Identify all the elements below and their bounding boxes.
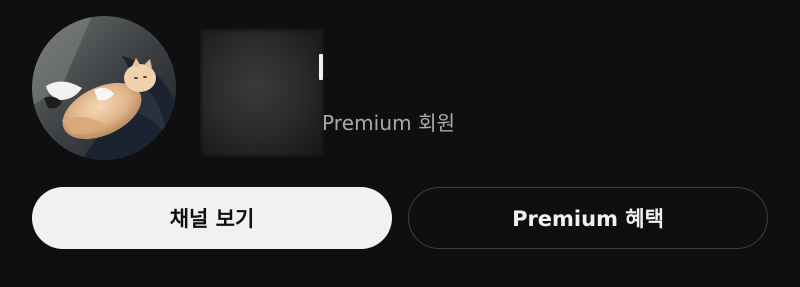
avatar[interactable] — [32, 16, 176, 160]
premium-benefits-button[interactable]: Premium 혜택 — [408, 187, 768, 249]
view-channel-button[interactable]: 채널 보기 — [32, 187, 392, 249]
view-channel-label: 채널 보기 — [169, 207, 255, 231]
membership-status: Premium 회원 — [322, 111, 456, 135]
redacted-channel-name — [201, 30, 323, 156]
channel-name-fragment — [319, 54, 323, 80]
premium-benefits-label: Premium 혜택 — [512, 207, 664, 231]
profile-photo-kitten-icon — [32, 16, 176, 160]
